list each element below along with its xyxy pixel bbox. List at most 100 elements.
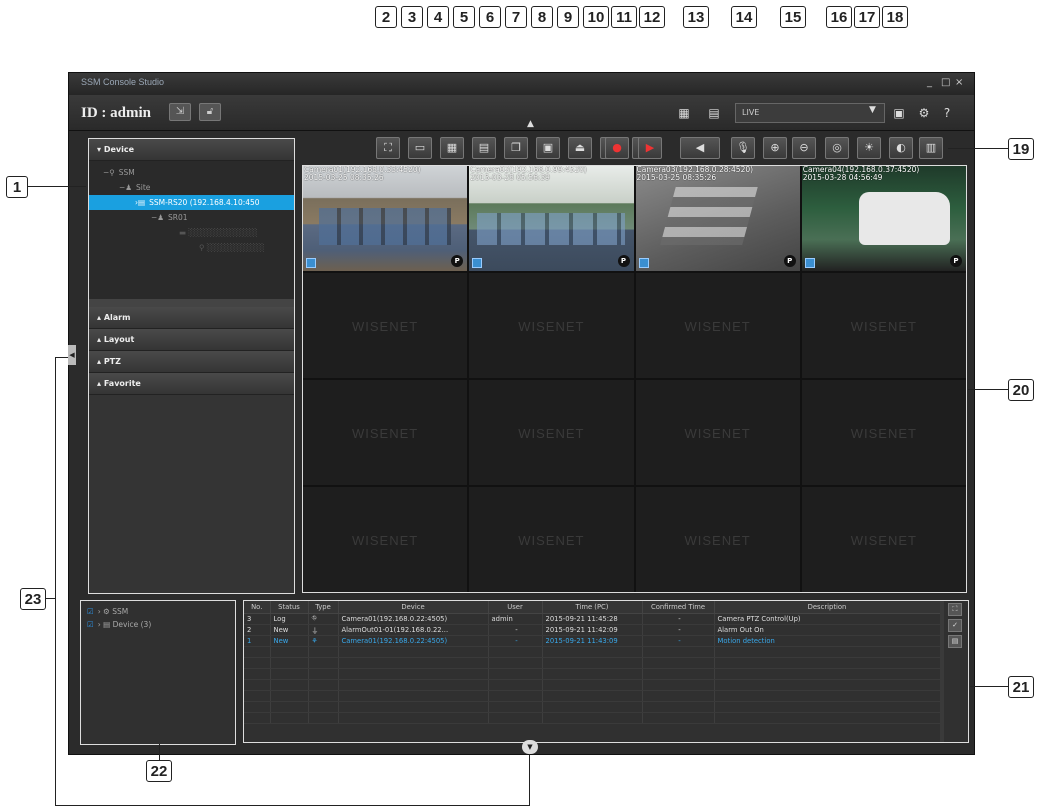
empty-tile[interactable]: WISENET	[801, 273, 966, 378]
event-side-buttons: ⛶ ✓ ▤	[948, 603, 966, 651]
contrast-button[interactable]: ◐	[889, 137, 913, 159]
callout-18: 18	[882, 6, 908, 28]
bottom-tree-item-ssm[interactable]: ☑ › ⚙ SSM	[87, 605, 229, 618]
column-header[interactable]: Time (PC)	[542, 601, 643, 614]
instant-playback-button[interactable]: ▶	[638, 137, 662, 159]
table-row[interactable]: 3 Log ⛗ Camera01(192.168.0.22:4505) admi…	[244, 613, 941, 625]
tree-item-ssm[interactable]: −⚲ SSM	[89, 165, 294, 180]
bottom-tree-item-device[interactable]: ☑ › ▤ Device (3)	[87, 618, 229, 631]
confirm-icon[interactable]: ✓	[948, 619, 962, 632]
cell-time: 2015-09-21 11:45:28	[542, 613, 643, 625]
app-title: SSM Console Studio	[81, 77, 165, 87]
fit-screen-button[interactable]: ▣	[536, 137, 560, 159]
section-device[interactable]: ▾ Device	[89, 139, 294, 161]
ptz-badge-icon: P	[617, 255, 630, 267]
callout-leader	[55, 357, 56, 806]
event-log-panel: No. Status Type Device User Time (PC) Co…	[243, 600, 969, 743]
pip-button[interactable]: ▭	[408, 137, 432, 159]
close-button[interactable]: ×	[955, 77, 963, 88]
tree-item-blurred[interactable]: ⚲ ░░░░░░░░░░	[89, 240, 294, 255]
empty-tile[interactable]: WISENET	[469, 380, 634, 485]
event-log-scrollbar[interactable]	[940, 601, 944, 742]
column-header[interactable]: Type	[308, 601, 339, 614]
camera-tile-1[interactable]: Camera01(192.168.0.33:4520) 2015-03-25 08…	[303, 166, 468, 271]
column-header[interactable]: Confirmed Time	[642, 601, 715, 614]
tree-item-blurred[interactable]: ▬ ░░░░░░░░░░░░	[89, 225, 294, 240]
checkbox-icon[interactable]: ☑	[87, 607, 94, 616]
layout-icon[interactable]: ▦	[674, 104, 694, 122]
section-favorite[interactable]: ▴ Favorite	[89, 373, 294, 395]
callout-11: 11	[611, 6, 637, 28]
table-row[interactable]: 2 New ⏚ AlarmOut01-01(192.168.0.22... - …	[244, 624, 941, 636]
column-header[interactable]: User	[488, 601, 543, 614]
maximize-button[interactable]: □	[941, 77, 950, 88]
callout-21: 21	[1008, 676, 1034, 698]
wisenet-watermark: WISENET	[850, 426, 917, 442]
minimize-button[interactable]: _	[927, 77, 932, 88]
monitor-button[interactable]: ▥	[919, 137, 943, 159]
section-ptz[interactable]: ▴ PTZ	[89, 351, 294, 373]
lock-screen-icon[interactable]: ▣	[889, 104, 909, 122]
collapse-up-icon[interactable]: ▲	[527, 119, 534, 129]
chevron-down-icon[interactable]: ▼	[522, 740, 538, 754]
settings-icon[interactable]: ⚙	[914, 104, 934, 122]
callout-14: 14	[731, 6, 757, 28]
empty-tile[interactable]: WISENET	[469, 273, 634, 378]
empty-tile[interactable]: WISENET	[801, 380, 966, 485]
lock-button[interactable]: 🔓︎	[199, 103, 221, 121]
id-bar: ID : admin ⇲ 🔓︎ ▲ ▦ ▤ LIVE ▼ ▣ ⚙ ?	[69, 95, 974, 131]
zoom-in-button[interactable]: ⊕	[763, 137, 787, 159]
empty-tile[interactable]: WISENET	[303, 487, 468, 592]
server-icon: −⚲	[103, 168, 115, 177]
camera-tile-4[interactable]: Camera04(192.168.0.37:4520) 2015-03-28 04…	[801, 166, 966, 271]
camera-tile-2[interactable]: Camera02(192.168.0.99:4520) 2015-03-28 05…	[469, 166, 634, 271]
mic-button[interactable]: 🎙	[731, 137, 755, 159]
empty-tile[interactable]: WISENET	[801, 487, 966, 592]
empty-tile[interactable]: WISENET	[469, 487, 634, 592]
empty-tile[interactable]: WISENET	[303, 380, 468, 485]
overlap-button[interactable]: ❐	[504, 137, 528, 159]
view-mode-select[interactable]: LIVE	[735, 103, 885, 123]
tree-scrollbar[interactable]	[89, 299, 294, 307]
empty-tile[interactable]: WISENET	[635, 487, 800, 592]
camera-caption: Camera01(192.168.0.33:4520) 2015-03-25 08…	[304, 166, 421, 182]
chevron-left-icon[interactable]: ◀	[68, 345, 76, 365]
camera-tile-3[interactable]: Camera03(192.168.0.28:4520) 2015-03-25 08…	[635, 166, 800, 271]
alarm-button[interactable]: ⏏	[568, 137, 592, 159]
playback-layout-icon[interactable]: ▤	[704, 104, 724, 122]
help-icon[interactable]: ?	[937, 104, 957, 122]
zoom-out-button[interactable]: ⊖	[792, 137, 816, 159]
table-row[interactable]: 1 New ⚘ Camera01(192.168.0.22:4505) - 20…	[244, 635, 941, 647]
empty-tile[interactable]: WISENET	[303, 273, 468, 378]
filter-icon[interactable]: ▤	[948, 635, 962, 648]
tree-item-site[interactable]: −♟ Site	[89, 180, 294, 195]
column-header[interactable]: Status	[270, 601, 309, 614]
empty-tile[interactable]: WISENET	[635, 273, 800, 378]
channel-layout-button[interactable]: ▦	[440, 137, 464, 159]
ptz-button[interactable]: ◎	[825, 137, 849, 159]
left-panel: ▾ Device −⚲ SSM −♟ Site ›▤ SSM-RS20 (192.16…	[88, 138, 295, 594]
column-header[interactable]: No.	[244, 601, 271, 614]
fullscreen-button[interactable]: ⛶	[376, 137, 400, 159]
checkbox-icon[interactable]: ☑	[87, 620, 94, 629]
table-row-empty	[244, 679, 941, 691]
section-alarm[interactable]: ▴ Alarm	[89, 307, 294, 329]
site-icon: −♟	[119, 183, 133, 192]
record-button[interactable]: ●	[605, 137, 629, 159]
expand-icon[interactable]: ⛶	[948, 603, 962, 616]
cell-desc: Alarm Out On	[714, 624, 941, 636]
empty-tile[interactable]: WISENET	[635, 380, 800, 485]
column-header[interactable]: Description	[714, 601, 941, 614]
brightness-button[interactable]: ☀	[857, 137, 881, 159]
tree-item-sr01[interactable]: −♟ SR01	[89, 210, 294, 225]
split-layout-button[interactable]: ▤	[472, 137, 496, 159]
logout-button[interactable]: ⇲	[169, 103, 191, 121]
cell-device: AlarmOut01-01(192.168.0.22...	[338, 624, 489, 636]
table-row-empty	[244, 657, 941, 669]
tree-item-recorder[interactable]: ›▤ SSM-RS20 (192.168.4.10:450	[89, 195, 294, 210]
section-layout[interactable]: ▴ Layout	[89, 329, 294, 351]
column-header[interactable]: Device	[338, 601, 489, 614]
audio-button[interactable]: ◀	[680, 137, 720, 159]
chevron-down-icon[interactable]: ▼	[869, 105, 876, 115]
camera-status-icon	[638, 258, 649, 268]
